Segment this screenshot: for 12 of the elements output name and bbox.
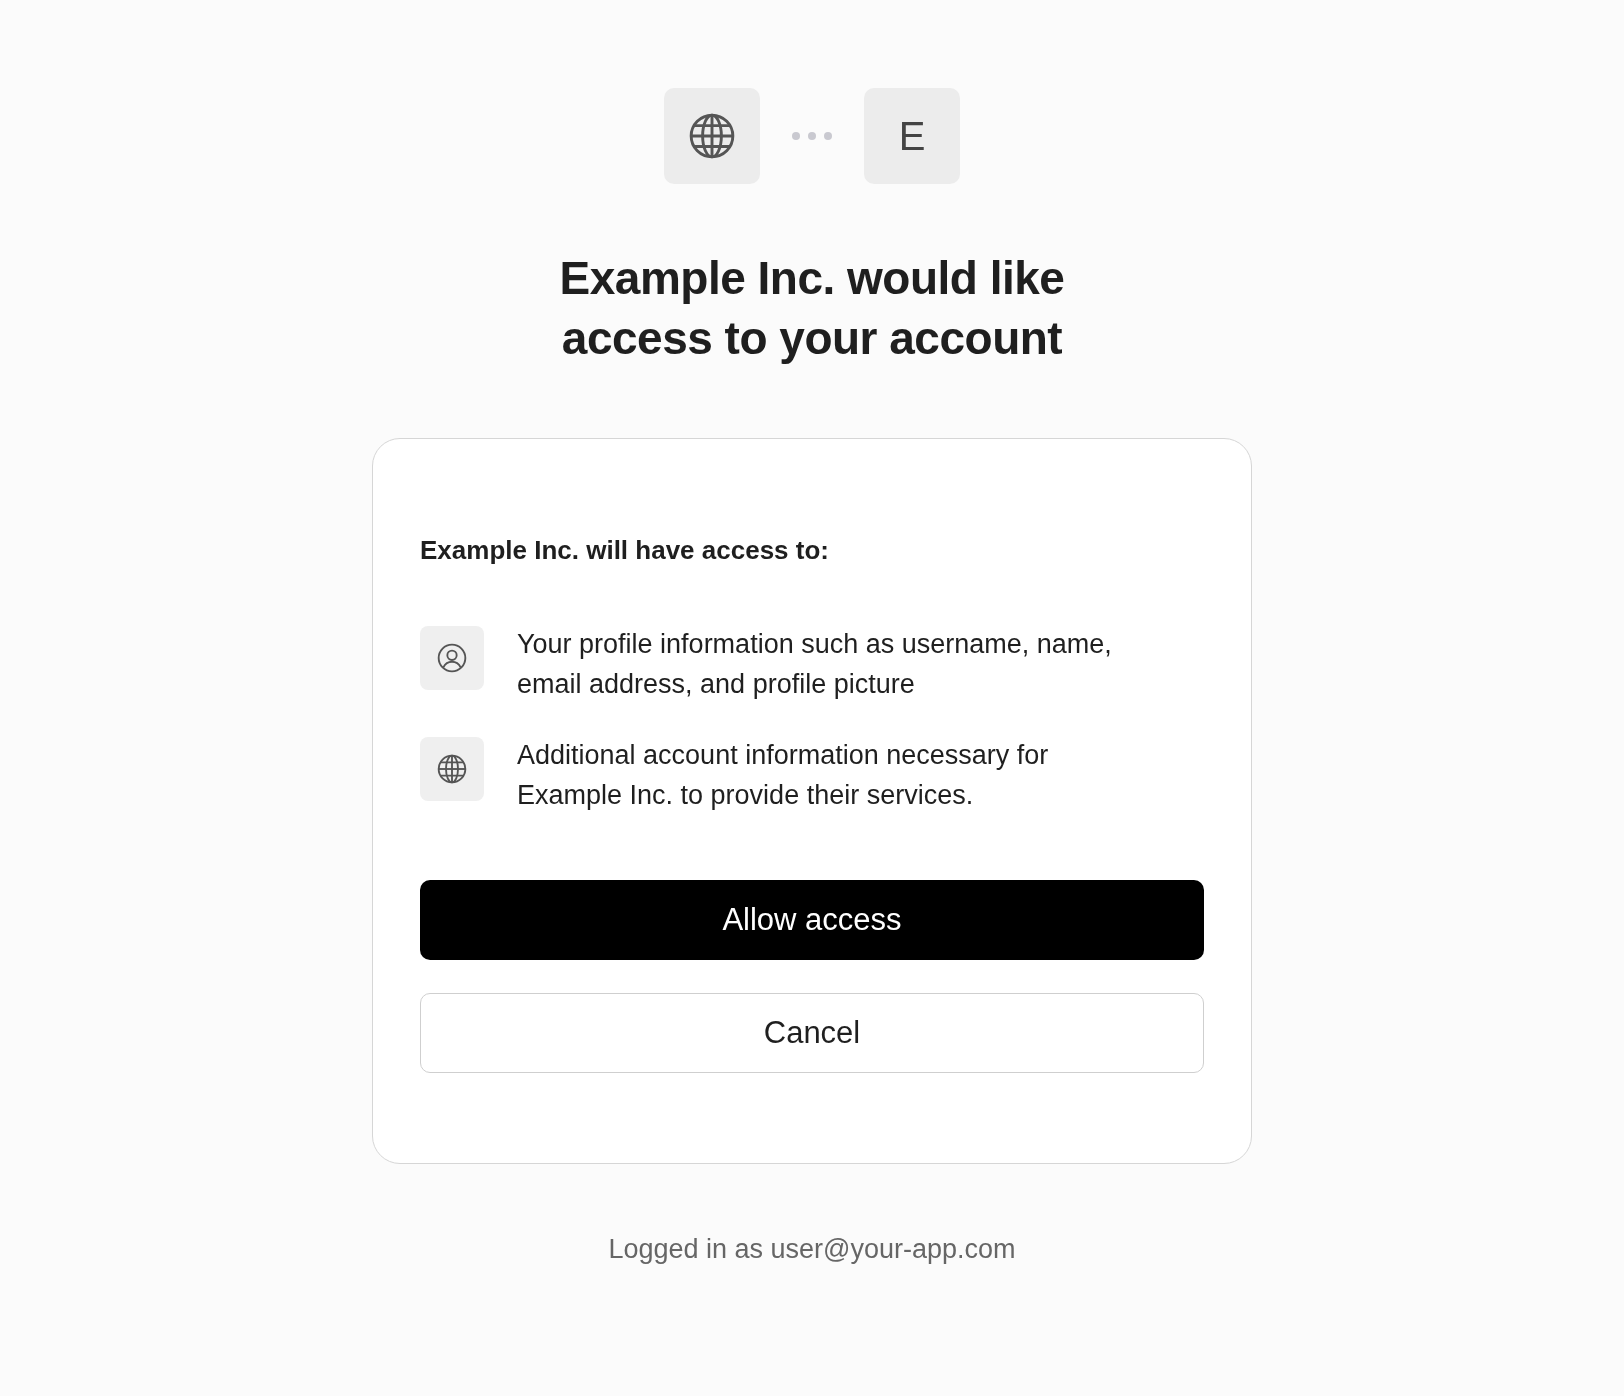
permission-text: Your profile information such as username, name, email address, and profile picture [517, 628, 1113, 701]
globe-icon [436, 753, 468, 785]
access-heading: Example Inc. will have access to: [420, 535, 830, 566]
globe-icon [687, 111, 737, 161]
app-initial: E [898, 113, 926, 159]
permission-text: Additional account information necessary for Example Inc. to provide their services. [517, 739, 1050, 812]
logged-in-text: Logged in as user@your-app.com [608, 1234, 1016, 1265]
cancel-button[interactable]: Cancel [420, 993, 1204, 1073]
allow-button[interactable]: Allow access [420, 880, 1204, 960]
page-title: Example Inc. would like access to your account [558, 251, 1066, 366]
user-icon [436, 642, 468, 674]
dots-icon [791, 131, 833, 141]
